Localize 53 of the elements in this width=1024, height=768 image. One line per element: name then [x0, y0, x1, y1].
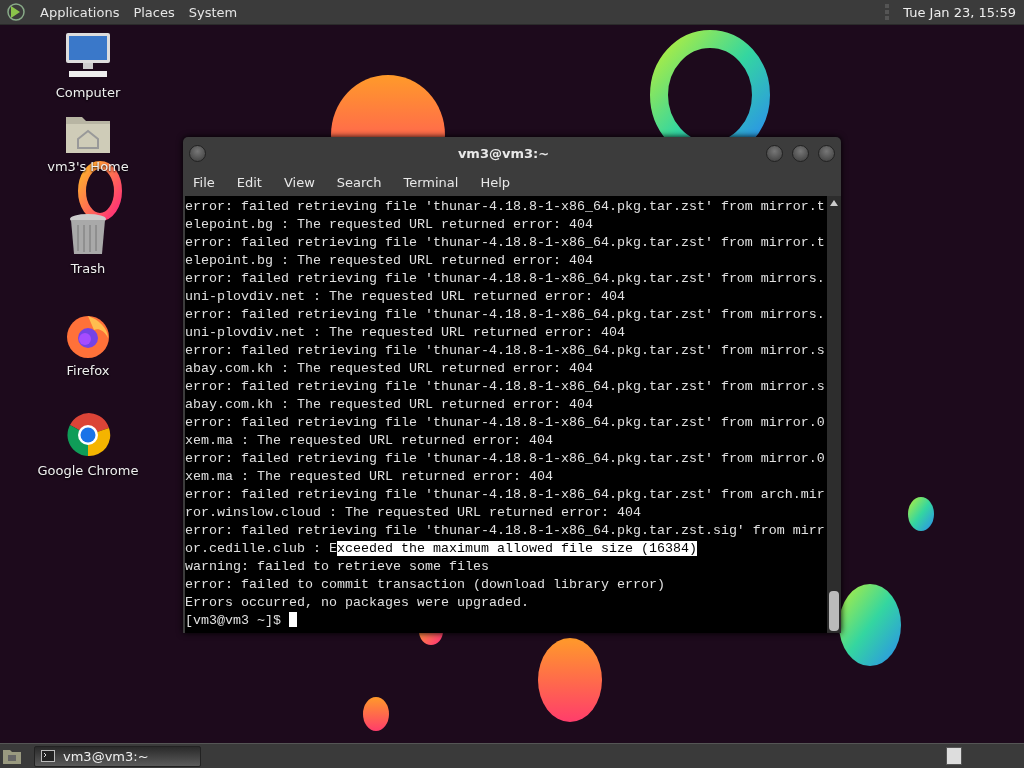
scroll-up-icon[interactable]	[830, 200, 838, 206]
menu-item[interactable]: Search	[336, 175, 393, 190]
menu-item[interactable]: Terminal	[403, 175, 470, 190]
terminal-line: error: failed retrieving file 'thunar-4.18.8-1-x86_64.pkg.tar.zst' from mirror.s	[185, 342, 826, 360]
taskbar-button[interactable]: vm3@vm3:~	[34, 745, 201, 767]
maximize-button[interactable]	[792, 144, 809, 162]
menu-item[interactable]: Help	[480, 175, 522, 190]
terminal-line: ror.winslow.cloud : The requested URL returned error: 404	[185, 504, 642, 522]
chrome-icon	[64, 411, 112, 459]
terminal-line: error: failed retrieving file 'thunar-4.18.8-1-x86_64.pkg.tar.zst' from arch.mir	[185, 486, 826, 504]
terminal-line: elepoint.bg : The requested URL returned error: 404	[185, 216, 594, 234]
scrollbar-thumb[interactable]	[829, 591, 839, 631]
panel-menu[interactable]: Applications	[40, 4, 120, 20]
terminal-line: elepoint.bg : The requested URL returned error: 404	[185, 252, 594, 270]
desktop-icon-label[interactable]: Firefox	[66, 363, 110, 378]
terminal-line: uni-plovdiv.net : The requested URL returned error: 404	[185, 324, 626, 342]
desktop-icon-label[interactable]: Computer	[55, 85, 121, 100]
menu-item[interactable]: Edit	[236, 175, 273, 190]
terminal-line: uni-plovdiv.net : The requested URL returned error: 404	[185, 288, 626, 306]
terminal-line: warning: failed to retrieve some files	[185, 558, 490, 576]
terminal-line: error: failed retrieving file 'thunar-4.18.8-1-x86_64.pkg.tar.zst' from mirrors.	[185, 270, 826, 288]
workspace-switcher[interactable]	[946, 747, 962, 765]
terminal-line: xem.ma : The requested URL returned error: 404	[185, 432, 554, 450]
terminal-icon	[41, 750, 55, 762]
clock[interactable]: Tue Jan 23, 15:59	[903, 4, 1016, 20]
scrollbar[interactable]	[827, 196, 841, 633]
trash-icon	[68, 213, 108, 257]
terminal-line: error: failed retrieving file 'thunar-4.18.8-1-x86_64.pkg.tar.zst' from mirror.t	[185, 198, 826, 216]
desktop-icon-label[interactable]: Trash	[70, 261, 106, 276]
terminal-line: abay.com.kh : The requested URL returned error: 404	[185, 396, 594, 414]
terminal-line: error: failed retrieving file 'thunar-4.18.8-1-x86_64.pkg.tar.zst' from mirrors.	[185, 306, 826, 324]
terminal-line: Errors occurred, no packages were upgraded.	[185, 594, 530, 612]
desktop-icon-label[interactable]: Google Chrome	[37, 463, 139, 478]
minimize-button[interactable]	[766, 144, 783, 162]
terminal-line: error: failed retrieving file 'thunar-4.18.8-1-x86_64.pkg.tar.zst' from mirror.t	[185, 234, 826, 252]
close-button[interactable]	[818, 144, 835, 162]
terminal-line: error: failed to commit transaction (download library error)	[185, 576, 666, 594]
terminal-line: error: failed retrieving file 'thunar-4.18.8-1-x86_64.pkg.tar.zst' from mirror.0	[185, 450, 826, 468]
terminal-line: abay.com.kh : The requested URL returned error: 404	[185, 360, 594, 378]
panel-menu[interactable]: System	[188, 4, 238, 20]
menu-item[interactable]: File	[193, 175, 226, 190]
terminal-line: xem.ma : The requested URL returned error: 404	[185, 468, 554, 486]
terminal-line: error: failed retrieving file 'thunar-4.18.8-1-x86_64.pkg.tar.zst' from mirror.0	[185, 414, 826, 432]
terminal-line: error: failed retrieving file 'thunar-4.18.8-1-x86_64.pkg.tar.zst' from mirror.s	[185, 378, 826, 396]
logo-icon[interactable]	[6, 2, 26, 22]
window-menu-button[interactable]	[189, 144, 206, 162]
show-desktop-icon[interactable]	[2, 747, 22, 765]
terminal-line: error: failed retrieving file 'thunar-4.18.8-1-x86_64.pkg.tar.zst.sig' from mirr	[185, 522, 826, 540]
panel-menu[interactable]: Places	[133, 4, 175, 20]
drag-handle-icon	[885, 3, 890, 21]
terminal-prompt: [vm3@vm3 ~]$	[185, 612, 827, 630]
menu-item[interactable]: View	[283, 175, 326, 190]
window-title: vm3@vm3:~	[456, 145, 551, 161]
